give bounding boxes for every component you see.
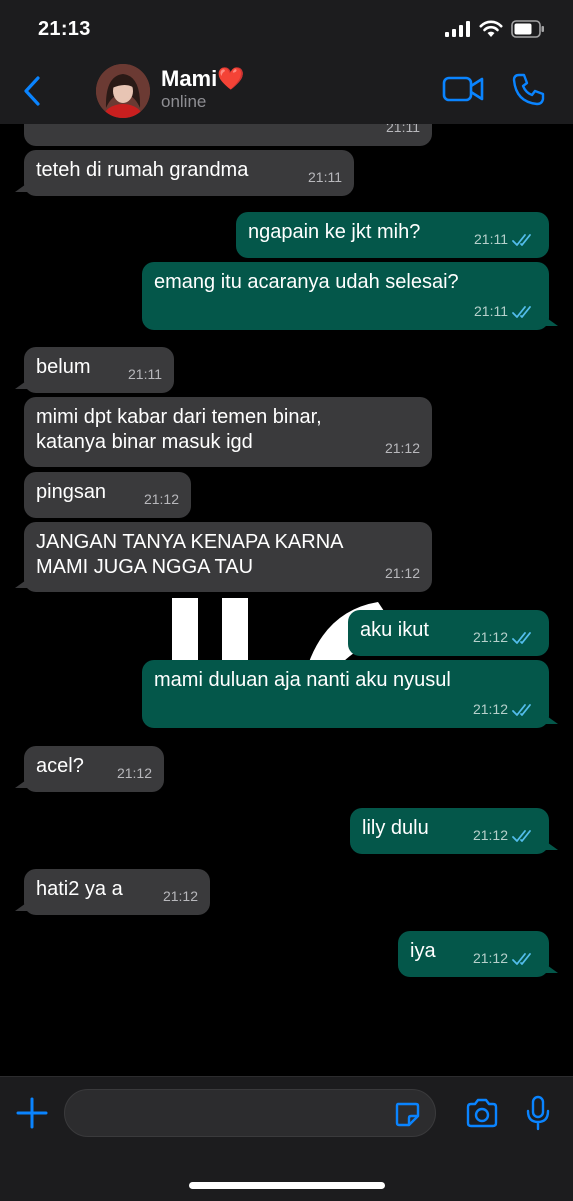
bubble-tail bbox=[15, 901, 29, 911]
message-text: teteh di rumah grandma bbox=[36, 159, 249, 181]
message-bubble-outgoing[interactable]: emang itu acaranya udah selesai? 21:11 bbox=[142, 262, 558, 330]
microphone-icon[interactable] bbox=[525, 1095, 551, 1131]
battery-icon bbox=[511, 20, 544, 38]
message-time: 21:12 bbox=[143, 491, 179, 507]
message-bubble-incoming[interactable]: belum 21:11 bbox=[15, 347, 174, 393]
message-text: JANGAN TANYA KENAPA KARNA MAMI JUGA NGGA… bbox=[36, 531, 344, 578]
message-meta: 21:12 bbox=[385, 436, 420, 461]
message-text: mami duluan aja nanti aku nyusul bbox=[154, 669, 451, 691]
contact-status: online bbox=[161, 92, 207, 111]
bubble-tail bbox=[544, 316, 558, 326]
message-time: 21:12 bbox=[384, 565, 420, 581]
message-meta: 21:12 bbox=[473, 946, 537, 971]
message-meta: 21:12 bbox=[473, 697, 537, 722]
message-time: 21:12 bbox=[384, 440, 420, 456]
message-bubble-incoming[interactable]: mimi dpt kabar dari temen binar, katanya… bbox=[24, 397, 432, 467]
bubble-tail bbox=[544, 840, 558, 850]
message-input[interactable] bbox=[64, 1089, 436, 1137]
status-time: 21:13 bbox=[38, 18, 91, 40]
message-time: 21:12 bbox=[472, 827, 508, 843]
contact-name[interactable]: Mami❤️ bbox=[161, 66, 245, 92]
bubble-tail bbox=[15, 182, 29, 192]
home-indicator[interactable] bbox=[189, 1182, 385, 1189]
status-bar: 21:13 bbox=[0, 0, 573, 58]
message-time: 21:11 bbox=[308, 169, 342, 185]
read-receipt-icon bbox=[512, 952, 531, 965]
message-text: emang itu acaranya udah selesai? bbox=[154, 271, 459, 293]
message-text: mimi dpt kabar dari temen binar, katanya… bbox=[36, 406, 322, 453]
chat-header: Mami❤️ online bbox=[0, 58, 573, 125]
cellular-signal-icon bbox=[445, 21, 470, 37]
phone-call-icon[interactable] bbox=[511, 72, 545, 106]
read-receipt-icon bbox=[512, 829, 531, 842]
message-meta: 21:12 bbox=[473, 823, 537, 848]
read-receipt-icon bbox=[512, 233, 531, 246]
message-bubble-incoming[interactable]: teteh di rumah grandma 21:11 bbox=[15, 150, 354, 196]
message-time: 21:11 bbox=[474, 231, 508, 247]
message-time: 21:11 bbox=[474, 303, 508, 319]
wifi-icon bbox=[479, 20, 503, 37]
bubble-tail bbox=[544, 714, 558, 724]
message-bubble-incoming[interactable]: pingsan 21:12 bbox=[24, 472, 191, 518]
message-time: 21:12 bbox=[162, 888, 198, 904]
message-bubble-outgoing[interactable]: mami duluan aja nanti aku nyusul 21:12 bbox=[142, 660, 558, 728]
message-time: 21:11 bbox=[128, 366, 162, 382]
message-time: 21:12 bbox=[472, 629, 508, 645]
message-meta: 21:12 bbox=[144, 487, 179, 512]
message-meta: 21:11 bbox=[128, 362, 162, 387]
message-bubble-outgoing[interactable]: aku ikut 21:12 bbox=[348, 610, 549, 656]
read-receipt-icon bbox=[512, 703, 531, 716]
status-icons bbox=[445, 20, 545, 38]
message-bubble-outgoing[interactable]: lily dulu 21:12 bbox=[350, 808, 558, 854]
read-receipt-icon bbox=[512, 305, 531, 318]
message-bubble-incoming[interactable]: hati2 ya a 21:12 bbox=[15, 869, 210, 915]
video-call-icon[interactable] bbox=[442, 74, 484, 104]
message-time: 21:12 bbox=[116, 765, 152, 781]
message-meta: 21:12 bbox=[117, 761, 152, 786]
message-time: 21:12 bbox=[472, 950, 508, 966]
message-meta: 21:12 bbox=[163, 884, 198, 909]
message-meta: 21:11 bbox=[474, 299, 537, 324]
message-bubble-incoming-partial[interactable]: 21:11 bbox=[24, 124, 432, 146]
message-meta: 21:11 bbox=[474, 227, 537, 252]
read-receipt-icon bbox=[512, 631, 531, 644]
sticker-icon[interactable] bbox=[394, 1101, 420, 1127]
bubble-tail bbox=[15, 578, 29, 588]
chat-area[interactable]: 21:11 teteh di rumah grandma 21:11 ngapain… bbox=[0, 124, 573, 1076]
message-bubble-incoming[interactable]: JANGAN TANYA KENAPA KARNA MAMI JUGA NGGA… bbox=[15, 522, 432, 592]
plus-icon[interactable] bbox=[16, 1097, 48, 1129]
bubble-tail bbox=[544, 963, 558, 973]
back-chevron-icon[interactable] bbox=[18, 74, 46, 108]
bubble-tail bbox=[15, 379, 29, 389]
bubble-tail bbox=[15, 778, 29, 788]
message-meta: 21:12 bbox=[385, 561, 420, 586]
message-bubble-incoming[interactable]: acel? 21:12 bbox=[15, 746, 164, 792]
message-bubble-outgoing[interactable]: ngapain ke jkt mih? 21:11 bbox=[236, 212, 549, 258]
message-bubble-outgoing[interactable]: iya 21:12 bbox=[398, 931, 558, 977]
message-meta: 21:11 bbox=[308, 165, 342, 190]
message-time: 21:11 bbox=[386, 124, 420, 135]
camera-icon[interactable] bbox=[465, 1098, 499, 1128]
avatar[interactable] bbox=[96, 64, 150, 118]
message-time: 21:12 bbox=[472, 701, 508, 717]
message-meta: 21:12 bbox=[473, 625, 537, 650]
